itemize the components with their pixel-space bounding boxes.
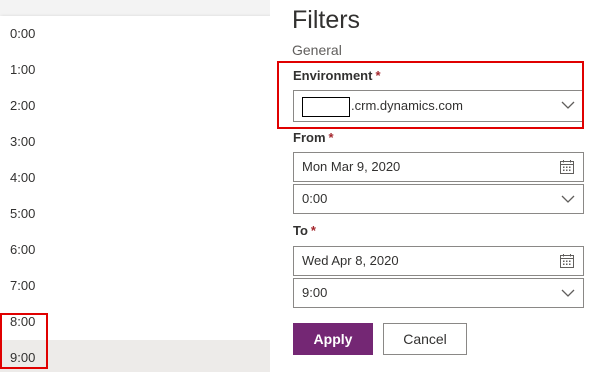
to-label: To * (293, 223, 316, 238)
annotation-highlight-box (277, 61, 584, 129)
apply-button[interactable]: Apply (293, 323, 373, 355)
time-option-2[interactable]: 2:00 (0, 88, 294, 124)
time-option-7[interactable]: 7:00 (0, 268, 294, 304)
time-option-0[interactable]: 0:00 (0, 16, 294, 52)
panel-title: Filters (292, 6, 361, 34)
chevron-down-icon (561, 279, 575, 307)
time-option-6[interactable]: 6:00 (0, 232, 294, 268)
to-time-value: 9:00 (302, 285, 328, 300)
annotation-highlight-box (0, 313, 48, 369)
to-date-input[interactable]: Wed Apr 8, 2020 (293, 246, 584, 276)
time-option-4[interactable]: 4:00 (0, 160, 294, 196)
from-label: From * (293, 130, 334, 145)
from-time-value: 0:00 (302, 191, 328, 206)
to-time-select[interactable]: 9:00 (293, 278, 584, 308)
calendar-icon[interactable] (559, 153, 575, 181)
section-heading: General (292, 42, 342, 58)
time-option-1[interactable]: 1:00 (0, 52, 294, 88)
required-mark: * (310, 223, 316, 238)
time-option-5[interactable]: 5:00 (0, 196, 294, 232)
from-date-value: Mon Mar 9, 2020 (302, 159, 401, 174)
from-date-input[interactable]: Mon Mar 9, 2020 (293, 152, 584, 182)
calendar-icon[interactable] (559, 247, 575, 275)
to-date-value: Wed Apr 8, 2020 (302, 253, 399, 268)
to-label-text: To (293, 223, 308, 238)
cancel-button[interactable]: Cancel (383, 323, 467, 355)
time-option-3[interactable]: 3:00 (0, 124, 294, 160)
from-label-text: From (293, 130, 326, 145)
required-mark: * (328, 130, 334, 145)
chevron-down-icon (561, 185, 575, 213)
from-time-select[interactable]: 0:00 (293, 184, 584, 214)
filters-panel: Filters General Environment * .crm.dynami… (270, 0, 592, 372)
